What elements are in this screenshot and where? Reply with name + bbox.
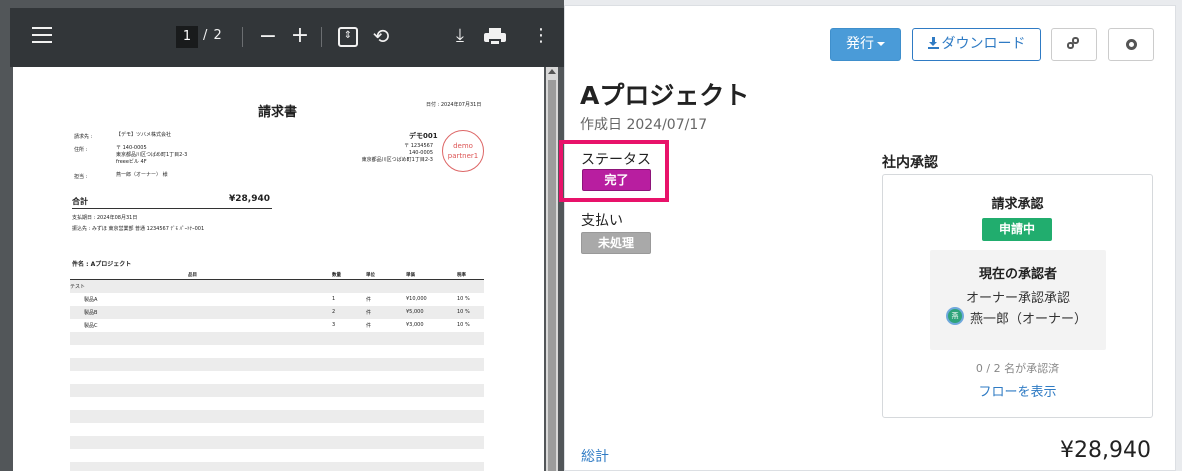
zoom-out-icon[interactable]: −: [258, 26, 278, 48]
print-icon[interactable]: [484, 28, 506, 46]
pdf-subject: 件名 : Aプロジェクト: [72, 261, 132, 268]
menu-icon[interactable]: [32, 27, 52, 43]
pdf-title: 請求書: [258, 105, 298, 120]
status-label: ステータス: [581, 152, 651, 168]
table-row-empty: [70, 449, 484, 462]
more-options-icon[interactable]: ⋮: [531, 26, 551, 46]
pdf-total-underline: [72, 208, 272, 209]
internal-approval-title: 社内承認: [882, 155, 938, 171]
grand-total-value: ¥28,940: [1060, 438, 1151, 463]
grand-total-label[interactable]: 総計: [581, 446, 609, 466]
table-row-empty: [70, 410, 484, 423]
approved-count: 0 / 2 名が承認済: [975, 362, 1060, 375]
status-badge[interactable]: 完了: [582, 169, 651, 191]
table-row-empty: [70, 371, 484, 384]
link-icon: [1067, 37, 1081, 51]
request-status-badge: 申請中: [982, 218, 1052, 241]
pdf-address-line: 東京都品川区つばめ町1丁目2-3: [116, 152, 188, 158]
table-row: 製品B 2 件 ¥5,000 10 %: [70, 306, 484, 319]
current-approver-title: 現在の承認者: [978, 267, 1057, 282]
approver-name: 燕一郎（オーナー）: [970, 312, 1088, 327]
pdf-toolbar: 1 / 2 − + ⇕ ⟲ ⤓ ⋮: [10, 8, 564, 67]
pdf-contact: 燕一郎（オーナー） 様: [116, 172, 168, 178]
pdf-total-value: ¥28,940: [229, 194, 270, 204]
toolbar-divider: [321, 27, 322, 47]
pdf-recipient: 【デモ】ツバメ株式会社: [116, 132, 172, 138]
table-row-empty: [70, 462, 484, 471]
fit-page-icon[interactable]: ⇕: [338, 27, 358, 47]
table-row: 製品C 3 件 ¥3,000 10 %: [84, 322, 470, 329]
issue-button[interactable]: 発行: [830, 28, 901, 61]
table-row: テスト: [70, 280, 484, 293]
table-row-empty: [70, 423, 484, 436]
settings-button[interactable]: [1108, 28, 1154, 61]
project-title: Aプロジェクト: [580, 81, 750, 110]
pdf-address-label: 住所 :: [74, 147, 88, 153]
download-button[interactable]: ダウンロード: [912, 28, 1041, 61]
pdf-date: 日付 : 2024年07月31日: [426, 102, 482, 108]
pdf-scroll-thumb[interactable]: [548, 80, 556, 471]
page-number-input[interactable]: 1: [176, 26, 198, 48]
pdf-total-label: 合計: [72, 197, 88, 206]
current-approver-box: 現在の承認者 オーナー承認承認 燕 燕一郎（オーナー）: [930, 250, 1106, 350]
show-flow-link[interactable]: フローを表示: [883, 381, 1152, 400]
rotate-icon[interactable]: ⟲: [370, 26, 392, 46]
table-row-empty: [70, 384, 484, 397]
pdf-page: 請求書 日付 : 2024年07月31日 請求先 : 【デモ】ツバメ株式会社 住…: [13, 67, 544, 471]
table-row: 製品A 1 件 ¥10,000 10 %: [84, 296, 470, 303]
table-row-empty: [70, 436, 484, 449]
scroll-up-arrow-icon[interactable]: [548, 69, 556, 74]
table-row-empty: [70, 358, 484, 371]
avatar: 燕: [946, 307, 964, 325]
current-approval-step: オーナー承認承認: [965, 291, 1070, 306]
invoice-detail-panel: 発行 ダウンロード Aプロジェクト 作成日 2024/07/17 ステータス 完…: [559, 5, 1176, 471]
pdf-address-line: freeeビル 4F: [116, 159, 147, 165]
pdf-bank: 振込先 : みずほ 東京営業部 普通 1234567 ﾃﾞﾓ ﾊﾟｰﾄﾅｰ001: [72, 226, 205, 232]
table-row-empty: [70, 397, 484, 410]
pdf-items-table: 品目 数量 単位 単価 税率 テスト 製品A 1 件 ¥10,000 10 %: [70, 271, 484, 471]
approval-card: 請求承認 申請中 現在の承認者 オーナー承認承認 燕 燕一郎（オーナー） 0 /…: [882, 174, 1153, 418]
created-date: 作成日 2024/07/17: [580, 117, 708, 133]
link-button[interactable]: [1051, 28, 1097, 61]
table-header: 品目 数量 単位 単価 税率: [70, 271, 484, 280]
pdf-company-address: 〒 1234567 140-0005 東京都品川区つばめ町1丁目2-3: [361, 143, 433, 163]
pdf-due-date: 支払期日 : 2024年08月31日: [72, 215, 138, 221]
company-stamp: demo partner1: [442, 130, 484, 172]
payment-badge[interactable]: 未処理: [581, 232, 651, 254]
pdf-address-line: 〒 140-0005: [116, 145, 147, 151]
zoom-in-icon[interactable]: +: [290, 25, 310, 47]
pdf-company: デモ001: [409, 132, 438, 140]
page-total: / 2: [203, 28, 223, 43]
caret-down-icon: [877, 42, 885, 46]
pdf-contact-label: 担当 :: [74, 174, 88, 180]
download-icon: [927, 37, 939, 49]
table-row-empty: [70, 345, 484, 358]
payment-label: 支払い: [581, 213, 623, 229]
toolbar-divider: [242, 27, 243, 47]
download-icon[interactable]: ⤓: [450, 26, 470, 46]
request-approval-title: 請求承認: [991, 197, 1044, 212]
gear-icon: [1125, 38, 1137, 50]
pdf-viewer: 1 / 2 − + ⇕ ⟲ ⤓ ⋮ 請求書 日付 : 2024年07月31日 請…: [0, 0, 564, 471]
pdf-recipient-label: 請求先 :: [74, 134, 93, 140]
table-row-empty: [70, 332, 484, 345]
